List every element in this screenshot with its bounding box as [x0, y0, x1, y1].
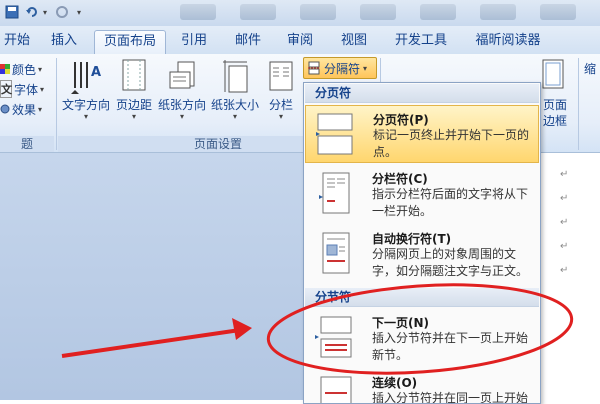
svg-text:A: A — [91, 65, 101, 80]
tab-references[interactable]: 引用 — [174, 30, 214, 52]
paragraph-mark: ↵ — [560, 241, 569, 252]
menu-item-description: 分隔网页上的对象周围的文字，如分隔题注文字与正文。 — [372, 247, 529, 278]
group-separator — [578, 58, 579, 150]
menu-item-title: 分栏符(C) — [372, 172, 428, 186]
menu-item-title: 分页符(P) — [373, 113, 429, 127]
tab-mailings[interactable]: 邮件 — [228, 30, 268, 52]
document-page[interactable]: ↵ ↵ ↵ ↵ ↵ — [540, 153, 600, 400]
margins-label: 页边距 — [115, 98, 152, 112]
margins-button[interactable]: 页边距 ▾ — [112, 56, 156, 134]
paper-size-label: 纸张大小 — [210, 98, 259, 112]
column-break-icon — [319, 172, 350, 214]
colors-icon — [0, 64, 10, 74]
menu-item-description: 标记一页终止并开始下一页的点。 — [373, 128, 530, 159]
theme-fonts-label: 字体 — [14, 82, 39, 97]
paper-size-button[interactable]: 纸张大小 ▾ — [208, 56, 262, 134]
undo-dropdown-icon[interactable]: ▾ — [40, 3, 50, 21]
customize-toolbar-icon[interactable]: ▾ — [74, 3, 84, 21]
menu-item-description: 插入分节符并在同一页上开始 — [372, 391, 529, 403]
theme-effects-button[interactable]: 效果 ▾ — [0, 100, 42, 118]
text-direction-label: 文字方向 — [61, 98, 110, 112]
menu-item-title: 连续(O) — [372, 376, 418, 390]
tab-foxit-reader[interactable]: 福昕阅读器 — [466, 30, 550, 52]
breaks-button[interactable]: 分隔符 ▾ — [303, 57, 377, 79]
ribbon-tab-bar: 开始 插入 页面布局 引用 邮件 审阅 视图 开发工具 福昕阅读器 — [0, 26, 600, 55]
theme-colors-button[interactable]: 颜色 ▾ — [0, 60, 42, 78]
theme-colors-label: 颜色 — [12, 62, 37, 77]
menu-item-column-break[interactable]: 分栏符(C) 指示分栏符后面的文字将从下一栏开始。 — [305, 165, 539, 223]
page-breaks-section-header: 分页符 — [305, 84, 539, 103]
chevron-down-icon: ▾ — [40, 84, 45, 94]
breaks-label: 分隔符 — [324, 61, 361, 76]
group-separator — [56, 58, 57, 150]
orientation-icon — [169, 61, 195, 89]
chevron-down-icon: ▾ — [38, 104, 43, 114]
paragraph-mark: ↵ — [560, 193, 569, 204]
quick-access-toolbar: ▾ ▾ — [0, 0, 600, 27]
text-direction-button[interactable]: A 文字方向 ▾ — [60, 56, 112, 134]
tab-review[interactable]: 审阅 — [280, 30, 320, 52]
menu-item-title: 自动换行符(T) — [372, 232, 452, 246]
chevron-down-icon: ▾ — [38, 64, 43, 74]
menu-item-text-wrapping-break[interactable]: 自动换行符(T) 分隔网页上的对象周围的文字，如分隔题注文字与正文。 — [305, 225, 539, 285]
menu-item-description: 指示分栏符后面的文字将从下一栏开始。 — [372, 187, 529, 218]
page-break-icon — [316, 113, 353, 155]
columns-label: 分栏 — [268, 98, 293, 112]
tab-page-layout[interactable]: 页面布局 — [94, 30, 166, 55]
text-direction-icon: A — [71, 62, 101, 94]
theme-effects-label: 效果 — [12, 102, 37, 117]
page-borders-label-line1: 页面 — [542, 98, 567, 112]
columns-icon — [269, 61, 293, 91]
chevron-down-icon: ▾ — [131, 112, 136, 121]
redo-icon[interactable] — [54, 3, 70, 21]
indent-label-fragment: 缩 — [584, 62, 597, 76]
blurred-area — [240, 4, 276, 20]
undo-icon[interactable] — [24, 3, 40, 21]
orientation-label: 纸张方向 — [157, 98, 206, 112]
menu-item-description: 插入分节符并在下一页上开始新节。 — [372, 331, 529, 362]
effects-icon — [0, 104, 10, 114]
tab-developer[interactable]: 开发工具 — [388, 30, 454, 52]
menu-item-next-page[interactable]: 下一页(N) 插入分节符并在下一页上开始新节。 — [305, 309, 539, 367]
chevron-down-icon: ▾ — [278, 112, 283, 121]
chevron-down-icon: ▾ — [83, 112, 88, 121]
chevron-down-icon: ▾ — [179, 112, 184, 121]
themes-group-label: 题 — [0, 136, 54, 152]
blurred-area — [420, 4, 456, 20]
continuous-break-icon — [320, 376, 352, 403]
chevron-down-icon: ▾ — [232, 112, 237, 121]
orientation-button[interactable]: 纸张方向 ▾ — [156, 56, 208, 134]
breaks-dropdown-menu: 分页符 分页符(P) 标记一页终止并开始下一页的点。 分栏符(C) 指示分栏符后… — [303, 82, 541, 404]
theme-fonts-button[interactable]: 文 字体 ▾ — [0, 80, 44, 98]
blurred-area — [300, 4, 336, 20]
chevron-down-icon: ▾ — [363, 63, 368, 73]
page-borders-icon[interactable] — [540, 58, 568, 92]
text-wrapping-break-icon — [322, 232, 350, 274]
menu-item-continuous[interactable]: 连续(O) 插入分节符并在同一页上开始 — [305, 369, 539, 403]
blurred-area — [180, 4, 216, 20]
paragraph-mark: ↵ — [560, 169, 569, 180]
tab-view[interactable]: 视图 — [334, 30, 374, 52]
paragraph-mark: ↵ — [560, 265, 569, 276]
breaks-icon — [308, 61, 320, 75]
save-icon[interactable] — [4, 3, 20, 21]
columns-button[interactable]: 分栏 ▾ — [262, 56, 300, 134]
menu-item-page-break[interactable]: 分页符(P) 标记一页终止并开始下一页的点。 — [305, 105, 539, 163]
paragraph-mark: ↵ — [560, 217, 569, 228]
blurred-area — [540, 4, 576, 20]
section-breaks-section-header: 分节符 — [305, 288, 539, 307]
paper-size-icon — [223, 60, 248, 93]
tab-home[interactable]: 开始 — [0, 30, 34, 52]
tab-insert[interactable]: 插入 — [44, 30, 84, 52]
blurred-area — [360, 4, 396, 20]
page-borders-label-line2: 边框 — [542, 114, 567, 128]
menu-item-title: 下一页(N) — [372, 316, 430, 330]
blurred-area — [480, 4, 516, 20]
next-page-break-icon — [315, 316, 352, 358]
margins-icon — [122, 59, 146, 91]
fonts-icon: 文 — [0, 80, 12, 98]
